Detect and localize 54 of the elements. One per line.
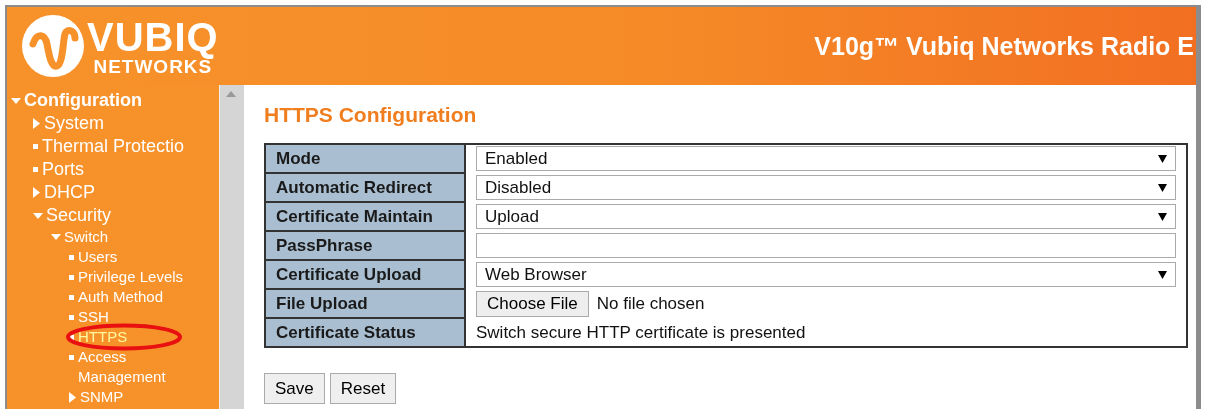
wave-logo-icon <box>21 14 85 78</box>
bullet-icon <box>33 167 38 172</box>
sidebar-item[interactable]: Configuration <box>24 89 142 112</box>
dropdown[interactable]: Web Browser <box>476 262 1176 287</box>
scrollbar[interactable] <box>219 85 244 409</box>
collapsed-arrow-icon[interactable] <box>33 187 40 198</box>
collapsed-arrow-icon[interactable] <box>33 118 40 129</box>
section-heading: HTTPS Configuration <box>264 103 478 127</box>
dropdown[interactable]: Upload <box>476 204 1176 229</box>
sidebar-item[interactable]: Auth Method <box>78 287 164 307</box>
bullet-icon <box>69 334 74 340</box>
bullet-icon <box>69 254 74 260</box>
caret-icon <box>1158 154 1167 163</box>
sidebar-item[interactable]: Privilege Levels <box>78 267 184 287</box>
expanded-arrow-icon[interactable] <box>33 211 43 220</box>
dropdown[interactable]: Enabled <box>476 146 1176 171</box>
logo-wordmark: VUBIQ <box>87 16 219 57</box>
bullet-icon <box>69 314 74 320</box>
save-button[interactable]: Save <box>264 373 325 404</box>
caret-icon <box>1158 270 1167 279</box>
sidebar-item[interactable]: Access Management <box>78 347 198 387</box>
field-label: File Upload <box>266 290 466 319</box>
bullet-icon <box>69 294 74 300</box>
sidebar-item[interactable]: System <box>44 112 104 135</box>
field-label: Certificate Maintain <box>266 203 466 232</box>
sidebar-item[interactable]: DHCP <box>44 181 95 204</box>
caret-icon <box>1158 212 1167 221</box>
caret-icon <box>1158 183 1167 192</box>
field-label: PassPhrase <box>266 232 466 261</box>
collapsed-arrow-icon[interactable] <box>69 391 76 403</box>
expanded-arrow-icon[interactable] <box>11 96 21 105</box>
expanded-arrow-icon[interactable] <box>51 233 61 241</box>
field-label: Certificate Upload <box>266 261 466 290</box>
sidebar-item[interactable]: SSH <box>78 307 109 327</box>
dropdown[interactable]: Disabled <box>476 175 1176 200</box>
sidebar-item[interactable]: Switch <box>64 227 109 247</box>
field-label: Automatic Redirect <box>266 174 466 203</box>
file-status-text: No file chosen <box>596 293 705 314</box>
input-field[interactable] <box>476 233 1176 258</box>
reset-button[interactable]: Reset <box>329 373 397 404</box>
sidebar-item[interactable]: SNMP <box>80 387 124 407</box>
scroll-up-icon[interactable] <box>226 91 236 97</box>
sidebar-item[interactable]: Users <box>78 247 118 267</box>
field-label: Mode <box>266 145 466 174</box>
page-title: V10g™ Vubiq Networks Radio E <box>814 31 1195 61</box>
bullet-icon <box>69 274 74 280</box>
status-text: Switch secure HTTP certificate is presented <box>476 322 806 343</box>
sidebar-item[interactable]: Security <box>46 204 112 227</box>
sidebar-item[interactable]: Thermal Protectio <box>42 135 185 158</box>
bullet-icon <box>69 354 74 360</box>
field-label: Certificate Status <box>266 319 466 346</box>
bullet-icon <box>33 144 38 149</box>
choose-file-button[interactable]: Choose File <box>476 290 589 317</box>
sidebar-item[interactable]: Ports <box>42 158 84 181</box>
